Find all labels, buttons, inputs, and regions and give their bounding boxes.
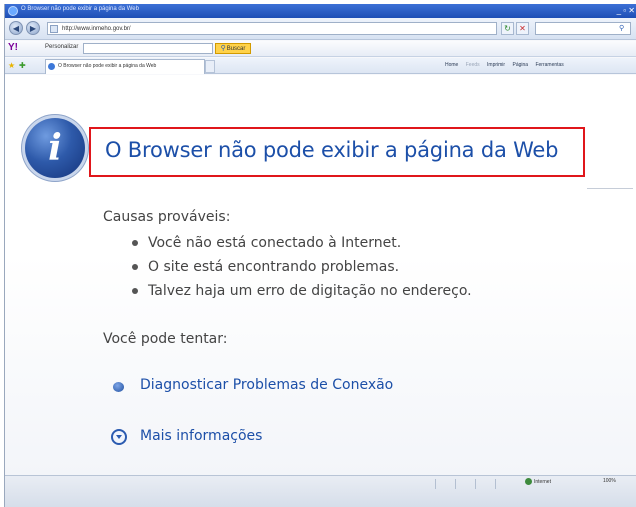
tab-page-icon <box>48 63 55 70</box>
page-title: O Browser não pode exibir a página da We… <box>105 138 559 162</box>
screen: O Browser não pode exibir a página da We… <box>0 0 636 507</box>
page-icon <box>50 25 58 33</box>
url-field[interactable]: http://www.inmeho.gov.br/ <box>47 22 497 35</box>
toolbar-search-label: Buscar <box>226 46 246 52</box>
tab-label: O Browser não pode exibir a página da We… <box>58 63 157 69</box>
personalize-menu[interactable]: Personalizar <box>45 44 78 50</box>
bullet-icon <box>132 240 138 246</box>
cause-text: Talvez haja um erro de digitação no ende… <box>148 283 472 299</box>
expand-chevron-icon[interactable] <box>111 429 127 445</box>
new-tab-button[interactable] <box>205 60 215 73</box>
bullet-icon <box>132 288 138 294</box>
zoom-level[interactable]: 100% <box>603 478 616 484</box>
status-divider <box>455 479 456 489</box>
url-text: http://www.inmeho.gov.br/ <box>62 26 131 32</box>
security-zone[interactable]: Internet <box>525 478 551 485</box>
tab-row: ★ ✚ O Browser não pode exibir a página d… <box>5 58 636 74</box>
print-button[interactable]: Imprimir <box>487 62 505 68</box>
zone-label: Internet <box>534 478 551 485</box>
divider <box>587 188 633 189</box>
diagnose-bullet-icon <box>113 382 124 392</box>
stop-button[interactable]: ✕ <box>516 22 529 35</box>
browser-icon <box>8 6 18 16</box>
error-page: i O Browser não pode exibir a página da … <box>5 75 636 475</box>
info-icon: i <box>25 118 85 178</box>
yahoo-toolbar: Y! Personalizar ⚲Buscar <box>5 41 636 57</box>
toolbar-search-input[interactable] <box>83 43 213 54</box>
feeds-button[interactable]: Feeds <box>466 62 480 68</box>
causes-list: Você não está conectado à Internet. O si… <box>132 233 472 305</box>
list-item: Você não está conectado à Internet. <box>132 233 472 257</box>
tools-menu[interactable]: Ferramentas <box>535 62 563 68</box>
cause-text: Você não está conectado à Internet. <box>148 235 402 251</box>
globe-icon <box>525 478 532 485</box>
status-divider <box>495 479 496 489</box>
back-icon[interactable]: ◀ <box>9 21 23 35</box>
browser-window: O Browser não pode exibir a página da We… <box>4 4 636 507</box>
list-item: O site está encontrando problemas. <box>132 257 472 281</box>
bullet-icon <box>132 264 138 270</box>
title-highlight-box: O Browser não pode exibir a página da We… <box>89 127 585 177</box>
window-title: O Browser não pode exibir a página da We… <box>21 6 139 12</box>
causes-heading: Causas prováveis: <box>103 209 231 225</box>
cause-text: O site está encontrando problemas. <box>148 259 400 275</box>
search-field[interactable]: ⚲ <box>535 22 631 35</box>
refresh-button[interactable]: ↻ <box>501 22 514 35</box>
status-bar: Internet 100% <box>5 475 636 507</box>
diagnose-connection-link[interactable]: Diagnosticar Problemas de Conexão <box>140 377 393 393</box>
try-heading: Você pode tentar: <box>103 331 228 347</box>
tab-active[interactable]: O Browser não pode exibir a página da We… <box>45 59 205 74</box>
home-button[interactable]: Home <box>445 62 458 68</box>
status-divider <box>435 479 436 489</box>
yahoo-logo[interactable]: Y! <box>8 42 18 53</box>
title-bar[interactable]: O Browser não pode exibir a página da We… <box>5 4 636 18</box>
toolbar-search-button[interactable]: ⚲Buscar <box>215 43 251 54</box>
more-info-link[interactable]: Mais informações <box>140 428 262 444</box>
page-menu[interactable]: Página <box>512 62 528 68</box>
add-favorite-icon[interactable]: ✚ <box>19 61 26 70</box>
command-bar: Home Feeds Imprimir Página Ferramentas <box>445 62 570 68</box>
search-icon[interactable]: ⚲ <box>619 24 628 33</box>
magnifier-icon: ⚲ <box>220 45 226 52</box>
window-controls[interactable]: _ ▫ ✕ <box>617 6 635 15</box>
list-item: Talvez haja um erro de digitação no ende… <box>132 281 472 305</box>
status-divider <box>475 479 476 489</box>
forward-icon[interactable]: ▶ <box>26 21 40 35</box>
address-bar: ◀ ▶ http://www.inmeho.gov.br/ ↻ ✕ ⚲ <box>5 18 636 40</box>
favorites-star-icon[interactable]: ★ <box>8 61 15 70</box>
